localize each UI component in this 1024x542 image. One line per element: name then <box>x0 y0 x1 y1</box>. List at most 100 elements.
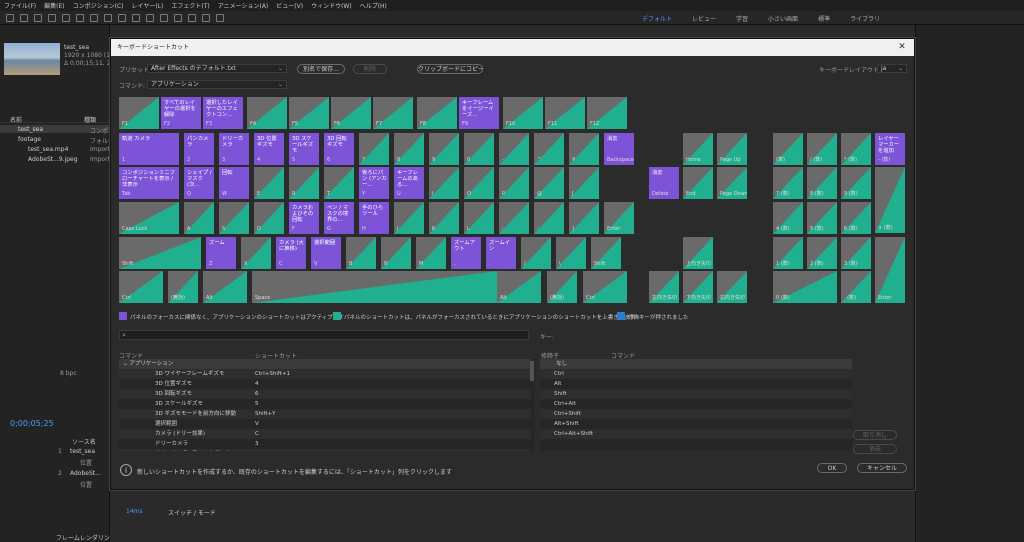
key-V[interactable]: 選択範囲 V <box>311 237 341 269</box>
key-F11[interactable]: F11 <box>545 97 585 129</box>
key-U[interactable]: キーフレームのある... U <box>394 167 424 199</box>
key-M[interactable]: M <box>416 237 446 269</box>
key-F2[interactable]: すべてのレイヤーの選択を解除 F2 <box>161 97 201 129</box>
key-A[interactable]: A <box>184 202 214 234</box>
key-(無効)[interactable]: (無効) <box>168 271 198 303</box>
key-Enter[interactable]: Enter <box>875 237 905 303</box>
project-row[interactable]: test_sea コンポ <box>0 125 110 135</box>
key-0[interactable]: 0 <box>464 133 494 165</box>
key-F7[interactable]: F7 <box>373 97 413 129</box>
menu-animation[interactable]: アニメーション(A) <box>218 1 269 10</box>
command-shortcut[interactable]: C <box>255 429 259 439</box>
workspace-small-screen[interactable]: 小さい画面 <box>768 14 798 23</box>
key-9[interactable]: 9 <box>429 133 459 165</box>
key---(数)[interactable]: レイヤーマーカーを追加 - (数) <box>875 133 905 165</box>
key-G[interactable]: ペン / マスクの境界の... G <box>324 202 354 234</box>
key-(無効)[interactable]: (無効) <box>547 271 577 303</box>
key-Backspace[interactable]: 消去 Backspace <box>604 133 634 165</box>
modifier-row[interactable]: Alt <box>540 379 852 389</box>
key-5-(数)[interactable]: 5 (数) <box>807 202 837 234</box>
key-Q[interactable]: シェイプ / マスク (次... Q <box>184 167 214 199</box>
roto-tool-icon[interactable] <box>202 14 210 22</box>
command-shortcut[interactable]: 6 <box>255 389 259 399</box>
key-Space[interactable]: Space <box>252 271 497 303</box>
col-type[interactable]: 種類 <box>84 115 96 124</box>
menu-window[interactable]: ウィンドウ(W) <box>311 1 352 10</box>
selection-tool-icon[interactable] <box>20 14 28 22</box>
modifier-row[interactable]: Alt+Shift <box>540 419 852 429</box>
key-J[interactable]: J <box>394 202 424 234</box>
command-shortcut[interactable]: 4 <box>255 379 259 389</box>
timeline-layer[interactable]: 2 AdobeSt... <box>0 469 110 477</box>
key-F4[interactable]: F4 <box>247 97 287 129</box>
command-shortcut[interactable]: Shift+3 <box>255 449 276 451</box>
workspace-learn[interactable]: 学習 <box>736 14 748 23</box>
orbit-camera-icon[interactable] <box>62 14 70 22</box>
col-name[interactable]: 名前 <box>10 115 22 124</box>
key-5[interactable]: 3D スケールギズモ 5 <box>289 133 319 165</box>
key-^[interactable]: ^ <box>534 133 564 165</box>
key-E[interactable]: E <box>254 167 284 199</box>
key-Shift[interactable]: Shift <box>591 237 621 269</box>
key-Alt[interactable]: Alt <box>203 271 247 303</box>
key-6-(数)[interactable]: 6 (数) <box>841 202 871 234</box>
project-row[interactable]: footage フォルダ <box>0 135 114 145</box>
pen-tool-icon[interactable] <box>132 14 140 22</box>
key-H[interactable]: 手のひらツール H <box>359 202 389 234</box>
timeline-layer[interactable]: 1 test_sea <box>0 447 110 455</box>
key-3-(数)[interactable]: 3 (数) <box>841 237 871 269</box>
menu-help[interactable]: ヘルプ(H) <box>360 1 387 10</box>
modifier-row[interactable]: Ctrl+Alt <box>540 399 852 409</box>
eraser-tool-icon[interactable] <box>188 14 196 22</box>
clone-tool-icon[interactable] <box>174 14 182 22</box>
key-B[interactable]: B <box>346 237 376 269</box>
rotate-tool-icon[interactable] <box>90 14 98 22</box>
command-row[interactable]: 3D 位置ギズモ 4 <box>119 379 531 389</box>
home-icon[interactable] <box>6 14 14 22</box>
key-*-(数)[interactable]: * (数) <box>841 133 871 165</box>
zoom-tool-icon[interactable] <box>48 14 56 22</box>
project-row[interactable]: AdobeSt...9.jpeg Importe <box>0 155 114 163</box>
key-+-(数)[interactable]: + (数) <box>875 167 905 233</box>
modifier-row[interactable]: Ctrl <box>540 369 852 379</box>
command-shortcut[interactable]: V <box>255 419 259 429</box>
key-L[interactable]: L <box>464 202 494 234</box>
text-tool-icon[interactable] <box>146 14 154 22</box>
command-shortcut[interactable]: 5 <box>255 399 259 409</box>
key-Ctrl[interactable]: Ctrl <box>119 271 163 303</box>
menu-file[interactable]: ファイル(F) <box>4 1 36 10</box>
workspace-libraries[interactable]: ライブラリ <box>850 14 880 23</box>
command-shortcut[interactable]: 3 <box>255 439 259 449</box>
key-6[interactable]: 3D 回転ギズモ 6 <box>324 133 354 165</box>
key-N[interactable]: N <box>381 237 411 269</box>
command-row[interactable]: 3D 回転ギズモ 6 <box>119 389 531 399</box>
key-Delete[interactable]: 消去 Delete <box>649 167 679 199</box>
key-X[interactable]: X <box>241 237 271 269</box>
puppet-tool-icon[interactable] <box>216 14 224 22</box>
undo-button[interactable]: 取り消し <box>853 430 897 440</box>
key-I[interactable]: I <box>429 167 459 199</box>
key-Tab[interactable]: コンポジションミニフローチャートを表示 / 非表示 Tab <box>119 167 179 199</box>
clear-button[interactable]: 消去 <box>853 444 897 454</box>
key-P[interactable]: P <box>499 167 529 199</box>
menu-effect[interactable]: エフェクト(T) <box>171 1 209 10</box>
key-7[interactable]: 7 <box>359 133 389 165</box>
command-list-scrollbar[interactable] <box>530 361 534 381</box>
key-;[interactable]: ; <box>499 202 529 234</box>
key-Shift[interactable]: Shift <box>119 237 201 269</box>
command-shortcut[interactable]: Ctrl+Shift+1 <box>255 369 290 379</box>
key-F6[interactable]: F6 <box>331 97 371 129</box>
command-row[interactable]: ⌄ アプリケーション <box>119 359 531 369</box>
modifier-row[interactable]: Ctrl+Alt+Shift <box>540 429 852 439</box>
key-.[interactable]: ズームイン. <box>486 237 516 269</box>
key-O[interactable]: O <box>464 167 494 199</box>
key-/-(数)[interactable]: / (数) <box>807 133 837 165</box>
menu-edit[interactable]: 編集(E) <box>44 1 64 10</box>
bpc-label[interactable]: 8 bpc <box>60 370 77 377</box>
key-,[interactable]: ズームアウト, <box>451 237 481 269</box>
key-Page-Down[interactable]: Page Down <box>717 167 747 199</box>
brush-tool-icon[interactable] <box>160 14 168 22</box>
menu-view[interactable]: ビュー(V) <box>276 1 303 10</box>
shape-tool-icon[interactable] <box>118 14 126 22</box>
key-2[interactable]: パンカメラ 2 <box>184 133 214 165</box>
